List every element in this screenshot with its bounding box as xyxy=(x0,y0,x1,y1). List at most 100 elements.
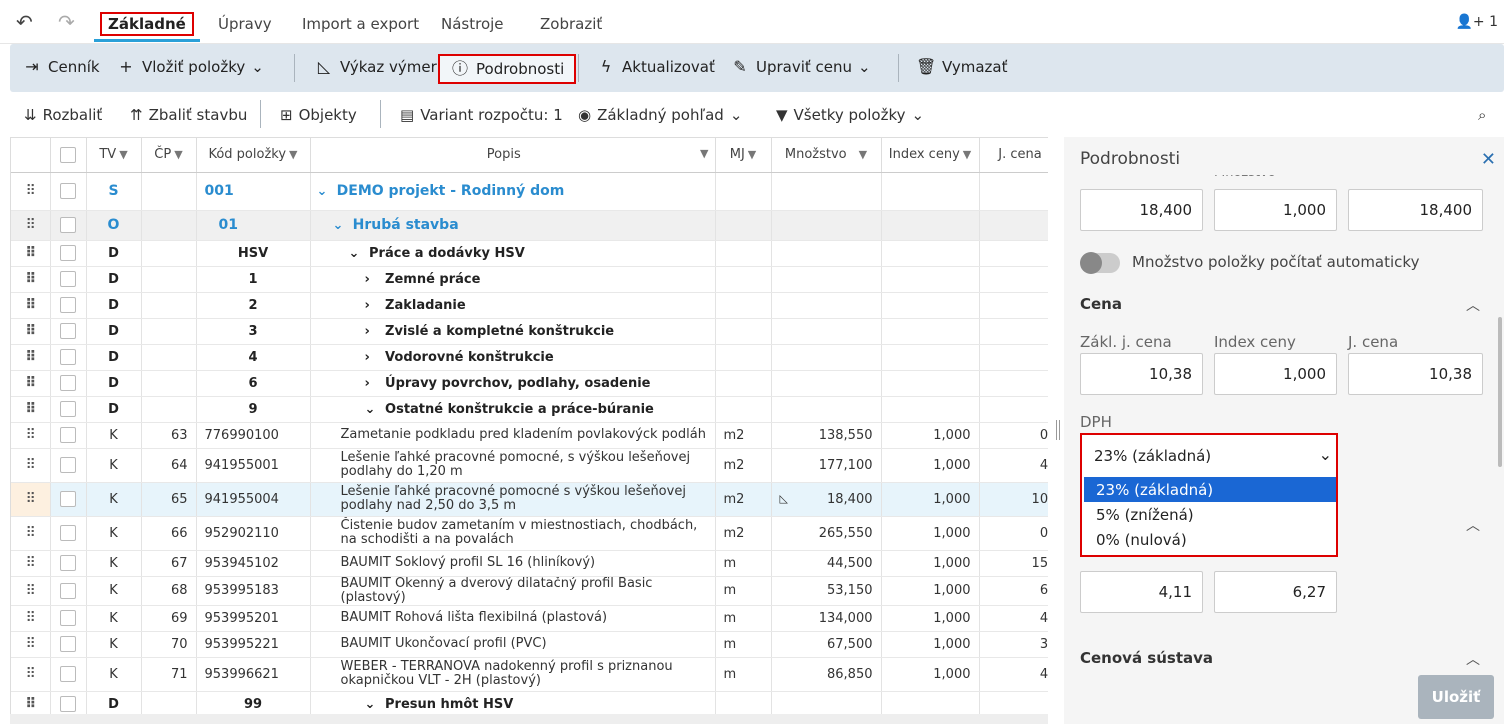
row-popis-cell[interactable]: ⌄ Ostatné konštrukcie a práce-búranie xyxy=(310,396,716,423)
mnozstvo-celkom-input[interactable]: 18,400 xyxy=(1348,189,1483,231)
row-popis-cell[interactable]: ⌄ Práce a dodávky HSV xyxy=(310,240,716,267)
row-checkbox[interactable] xyxy=(50,631,87,658)
chevron-up-icon[interactable]: ︿ xyxy=(1466,295,1480,315)
row-popis-cell[interactable]: Lešenie ľahké pracovné pomocné s výškou … xyxy=(310,482,716,517)
table-row[interactable]: ⠿ K 65 941955004 Lešenie ľahké pracovné pomo… xyxy=(11,482,1048,517)
panel-splitter[interactable] xyxy=(1056,420,1060,440)
row-popis-cell[interactable]: ⌄ Presun hmôt HSV xyxy=(310,691,716,715)
drag-handle[interactable]: ⠿ xyxy=(11,210,51,241)
row-checkbox[interactable] xyxy=(50,344,87,371)
filter-icon[interactable]: ▼ xyxy=(174,148,182,161)
table-row[interactable]: ⠿ D 3 › Zvislé a kompletné konštrukcie xyxy=(11,318,1048,345)
tab-import-export[interactable]: Import a export xyxy=(302,14,419,34)
filter-icon[interactable]: ▼ xyxy=(748,148,756,161)
chevron-down-icon[interactable]: ⌄ xyxy=(349,246,365,261)
drag-handle[interactable]: ⠿ xyxy=(11,422,51,449)
koeficient-input[interactable]: 1,000 xyxy=(1214,189,1337,231)
pohlad-dropdown[interactable]: ◉ Základný pohľad ⌄ xyxy=(578,106,742,124)
row-popis-cell[interactable]: › Vodorovné konštrukcie xyxy=(310,344,716,371)
row-popis-cell[interactable]: BAUMIT Okenný a dverový dilatačný profil… xyxy=(310,576,716,606)
chevron-up-icon[interactable]: ︿ xyxy=(1466,515,1480,535)
row-popis-cell[interactable]: Zametanie podkladu pred kladením povlako… xyxy=(310,422,716,449)
chevron-down-icon[interactable]: ⌄ xyxy=(333,218,349,233)
table-row[interactable]: ⠿ S 001 ⌄ DEMO projekt - Rodinný dom xyxy=(11,172,1048,211)
auto-quantity-toggle[interactable] xyxy=(1080,252,1120,274)
row-popis-cell[interactable]: › Zemné práce xyxy=(310,266,716,293)
horizontal-scrollbar[interactable] xyxy=(10,714,1048,724)
upravit-cenu-button[interactable]: ✎ Upraviť cenu ⌄ xyxy=(730,56,870,78)
chevron-right-icon[interactable]: › xyxy=(365,350,381,365)
filter-icon[interactable]: ▼ xyxy=(859,148,867,161)
row-popis-cell[interactable]: Čistenie budov zametaním v miestnostiach… xyxy=(310,516,716,551)
filter-icon[interactable]: ▼ xyxy=(289,148,297,161)
col-index-ceny[interactable]: Index ceny ▼ xyxy=(881,138,980,173)
drag-handle[interactable]: ⠿ xyxy=(11,318,51,345)
tab-zobrazit[interactable]: Zobraziť xyxy=(540,14,602,34)
row-checkbox[interactable] xyxy=(50,318,87,345)
vykaz-vymer-button[interactable]: ◺ Výkaz výmer xyxy=(314,56,437,78)
drag-handle[interactable]: ⠿ xyxy=(11,292,51,319)
chevron-right-icon[interactable]: › xyxy=(365,298,381,313)
row-checkbox[interactable] xyxy=(50,422,87,449)
col-mnozstvo[interactable]: Množstvo ▼ xyxy=(771,138,882,173)
ruler-icon[interactable]: ◺ xyxy=(780,492,788,505)
row-checkbox[interactable] xyxy=(50,240,87,267)
select-all-checkbox[interactable] xyxy=(50,138,87,173)
drag-handle[interactable]: ⠿ xyxy=(11,482,51,517)
table-row[interactable]: ⠿ D HSV ⌄ Práce a dodávky HSV xyxy=(11,240,1048,267)
drag-handle[interactable]: ⠿ xyxy=(11,657,51,692)
filter-icon[interactable]: ▼ xyxy=(963,148,971,161)
variant-button[interactable]: ▤ Variant rozpočtu: 1 xyxy=(400,106,563,124)
row-popis-cell[interactable]: ⌄ Hrubá stavba xyxy=(310,210,716,241)
row-popis-cell[interactable]: WEBER - TERRANOVA nadokenný profil s pri… xyxy=(310,657,716,692)
table-row[interactable]: ⠿ D 9 ⌄ Ostatné konštrukcie a práce-búranie xyxy=(11,396,1048,423)
row-checkbox[interactable] xyxy=(50,657,87,692)
table-row[interactable]: ⠿ D 99 ⌄ Presun hmôt HSV xyxy=(11,691,1048,715)
tab-zakladne[interactable]: Základné xyxy=(94,12,200,42)
j-cena-input[interactable]: 10,38 xyxy=(1348,353,1483,395)
row-checkbox[interactable] xyxy=(50,266,87,293)
cenova-sustava-header[interactable]: Cenová sústava xyxy=(1080,649,1213,667)
row-popis-cell[interactable]: ⌄ DEMO projekt - Rodinný dom xyxy=(310,172,716,211)
zbalit-stavbu-button[interactable]: ⇈ Zbaliť stavbu xyxy=(130,106,247,124)
cennik-button[interactable]: ⇥ Cenník xyxy=(22,56,99,78)
row-popis-cell[interactable]: BAUMIT Ukončovací profil (PVC) xyxy=(310,631,716,658)
table-row[interactable]: ⠿ K 66 952902110 Čistenie budov zametaním v … xyxy=(11,516,1048,551)
drag-handle[interactable]: ⠿ xyxy=(11,631,51,658)
dodavka-input[interactable]: 4,11 xyxy=(1080,571,1203,613)
dph-option-23[interactable]: 23% (základná) xyxy=(1084,477,1336,502)
redo-icon[interactable]: ↷ xyxy=(58,12,75,32)
drag-handle[interactable]: ⠿ xyxy=(11,240,51,267)
dph-option-5[interactable]: 5% (znížená) xyxy=(1084,502,1336,527)
chevron-down-icon[interactable]: ⌄ xyxy=(317,184,333,199)
row-checkbox[interactable] xyxy=(50,516,87,551)
row-checkbox[interactable] xyxy=(50,370,87,397)
row-checkbox[interactable] xyxy=(50,448,87,483)
row-checkbox[interactable] xyxy=(50,550,87,577)
row-checkbox[interactable] xyxy=(50,605,87,632)
row-popis-cell[interactable]: › Úpravy povrchov, podlahy, osadenie xyxy=(310,370,716,397)
polozky-filter-dropdown[interactable]: ▼ Všetky položky ⌄ xyxy=(776,106,924,124)
drag-handle[interactable]: ⠿ xyxy=(11,448,51,483)
filter-icon[interactable]: ▼ xyxy=(119,148,127,161)
table-row[interactable]: ⠿ K 64 941955001 Lešenie ľahké pracovné pomo… xyxy=(11,448,1048,483)
col-popis[interactable]: Popis ▼ xyxy=(310,138,716,173)
table-row[interactable]: ⠿ D 1 › Zemné práce xyxy=(11,266,1048,293)
chevron-down-icon[interactable]: ⌄ xyxy=(365,697,381,712)
table-row[interactable]: ⠿ K 71 953996621 WEBER - TERRANOVA nadokenný… xyxy=(11,657,1048,692)
table-row[interactable]: ⠿ K 68 953995183 BAUMIT Okenný a dverový dil… xyxy=(11,576,1048,606)
drag-handle[interactable]: ⠿ xyxy=(11,691,51,715)
undo-icon[interactable]: ↶ xyxy=(16,12,33,32)
chevron-right-icon[interactable]: › xyxy=(365,324,381,339)
tab-upravy[interactable]: Úpravy xyxy=(218,14,272,34)
table-row[interactable]: ⠿ D 6 › Úpravy povrchov, podlahy, osadenie xyxy=(11,370,1048,397)
montaz-input[interactable]: 6,27 xyxy=(1214,571,1337,613)
drag-handle[interactable]: ⠿ xyxy=(11,344,51,371)
close-icon[interactable]: ✕ xyxy=(1481,149,1496,170)
chevron-up-icon[interactable]: ︿ xyxy=(1466,649,1480,669)
row-checkbox[interactable] xyxy=(50,691,87,715)
col-j-cena[interactable]: J. cena xyxy=(979,138,1048,173)
panel-scrollbar[interactable] xyxy=(1498,317,1502,467)
filter-icon[interactable]: ▼ xyxy=(700,147,708,160)
chevron-down-icon[interactable]: ⌄ xyxy=(365,402,381,417)
